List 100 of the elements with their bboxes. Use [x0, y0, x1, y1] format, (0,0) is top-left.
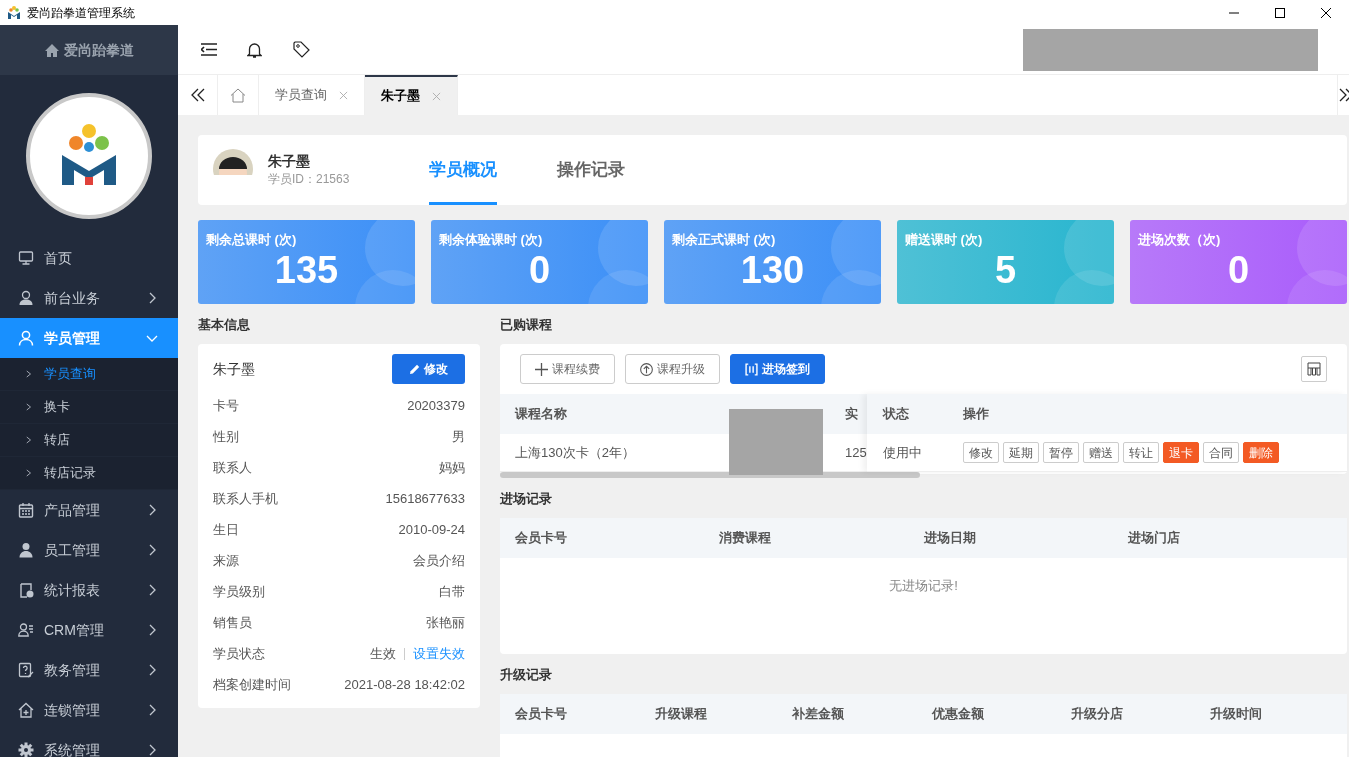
app-logo-icon	[7, 5, 21, 20]
chevron-right-icon	[26, 402, 32, 412]
question-icon	[18, 662, 34, 678]
empty-message: 无进场记录!	[889, 577, 958, 596]
column-header: 操作	[963, 405, 989, 424]
report-icon	[18, 582, 34, 598]
column-header: 会员卡号	[515, 705, 568, 724]
chevron-right-icon	[26, 435, 32, 445]
table-cell-text: 使用中	[883, 443, 923, 462]
chevron-right-icon	[26, 468, 32, 478]
column-header: 优惠金额	[932, 705, 985, 724]
stat-value: 0	[1226, 249, 1251, 290]
field-label: 联系人手机	[213, 489, 278, 508]
row-action-button[interactable]: 延期	[1003, 442, 1039, 463]
stat-value: 135	[273, 249, 340, 290]
field-value: 生效	[370, 644, 396, 663]
field-label: 来源	[213, 551, 239, 570]
sidebar-item[interactable]: 连锁管理	[0, 690, 178, 730]
section-title: 升级记录	[500, 666, 553, 684]
field-value: 妈妈	[439, 458, 465, 477]
row-action-button[interactable]: 赠送	[1083, 442, 1119, 463]
course-action-button[interactable]: 课程升级	[625, 354, 720, 384]
menu-toggle-icon[interactable]	[201, 43, 217, 56]
stat-value: 5	[993, 249, 1018, 290]
section-title: 已购课程	[500, 316, 553, 334]
submenu-item[interactable]: 转店	[0, 424, 178, 457]
edit-button[interactable]: 修改	[392, 354, 465, 384]
submenu-item[interactable]: 学员查询	[0, 358, 178, 391]
column-header: 升级时间	[1210, 705, 1263, 724]
sidebar-item[interactable]: 统计报表	[0, 570, 178, 610]
column-header: 课程名称	[515, 405, 568, 424]
user-icon	[18, 330, 34, 346]
submenu-item[interactable]: 转店记录	[0, 457, 178, 490]
field-value: 男	[452, 427, 465, 446]
column-header: 进场门店	[1127, 529, 1181, 548]
house-icon	[18, 702, 34, 718]
field-value: 白带	[439, 582, 465, 601]
column-header: 会员卡号	[515, 529, 568, 548]
table-cell-text: 125	[845, 443, 867, 462]
student-name: 朱子墨	[268, 152, 311, 170]
row-action-button[interactable]: 暂停	[1043, 442, 1079, 463]
home-icon	[44, 42, 60, 58]
row-action-button[interactable]: 合同	[1203, 442, 1239, 463]
field-label: 联系人	[213, 458, 252, 477]
column-header: 状态	[883, 405, 910, 424]
pencil-icon	[409, 363, 420, 375]
page-tab[interactable]: 朱子墨	[365, 75, 458, 115]
calendar-icon	[18, 502, 34, 518]
tag-icon[interactable]	[293, 41, 310, 58]
column-settings-icon[interactable]	[1301, 356, 1327, 382]
column-header: 升级分店	[1071, 705, 1124, 724]
staff-icon	[18, 290, 34, 306]
scan-icon	[745, 362, 758, 376]
field-label: 学员状态	[213, 644, 265, 663]
field-label: 卡号	[213, 396, 239, 415]
sidebar-item[interactable]: 前台业务	[0, 278, 178, 318]
field-label: 销售员	[213, 613, 252, 632]
course-action-button[interactable]: 课程续费	[520, 354, 615, 384]
student-name: 朱子墨	[213, 359, 255, 379]
stat-label: 剩余正式课时 (次)	[672, 231, 777, 249]
section-title: 基本信息	[198, 316, 251, 334]
field-label: 性别	[213, 427, 239, 446]
row-action-button[interactable]: 转让	[1123, 442, 1159, 463]
field-label: 档案创建时间	[213, 675, 291, 694]
window-title: 爱尚跆拳道管理系统	[27, 4, 135, 22]
field-value: 15618677633	[385, 489, 465, 508]
brand-name: 爱尚跆拳道	[64, 40, 134, 60]
sidebar-item[interactable]: 首页	[0, 238, 178, 278]
bell-icon[interactable]	[247, 41, 262, 58]
column-header: 进场日期	[923, 529, 977, 548]
field-label: 学员级别	[213, 582, 265, 601]
stat-label: 进场次数（次)	[1138, 231, 1222, 249]
monitor-icon	[18, 250, 34, 266]
field-value: 张艳丽	[426, 613, 465, 632]
person-icon	[18, 542, 34, 558]
field-label: 生日	[213, 520, 239, 539]
chevron-right-icon	[26, 369, 32, 379]
submenu-item[interactable]: 换卡	[0, 391, 178, 424]
scroll-right-icon[interactable]	[1337, 75, 1349, 115]
section-title: 进场记录	[500, 490, 553, 508]
sidebar-item[interactable]: 员工管理	[0, 530, 178, 570]
profile-tab[interactable]: 操作记录	[557, 135, 626, 205]
student-id: 学员ID：21563	[268, 171, 350, 188]
table-cell-text: 上海130次卡（2年）	[515, 443, 636, 462]
row-action-button[interactable]: 修改	[963, 442, 999, 463]
arrow-up-icon	[640, 362, 653, 376]
sidebar-item[interactable]: CRM管理	[0, 610, 178, 650]
stat-label: 剩余体验课时 (次)	[439, 231, 544, 249]
column-header: 消费课程	[719, 529, 773, 548]
course-action-button[interactable]: 进场签到	[730, 354, 825, 384]
sidebar-item[interactable]: 教务管理	[0, 650, 178, 690]
field-value: 20203379	[407, 396, 465, 415]
sidebar-item[interactable]: 产品管理	[0, 490, 178, 530]
contacts-icon	[18, 622, 34, 638]
field-value: 2010-09-24	[398, 520, 465, 539]
column-header: 补差金额	[792, 705, 845, 724]
field-value: 会员介绍	[413, 551, 465, 570]
column-header: 升级课程	[655, 705, 708, 724]
stat-label: 剩余总课时 (次)	[206, 231, 298, 249]
sidebar-item[interactable]: 系统管理	[0, 730, 178, 757]
